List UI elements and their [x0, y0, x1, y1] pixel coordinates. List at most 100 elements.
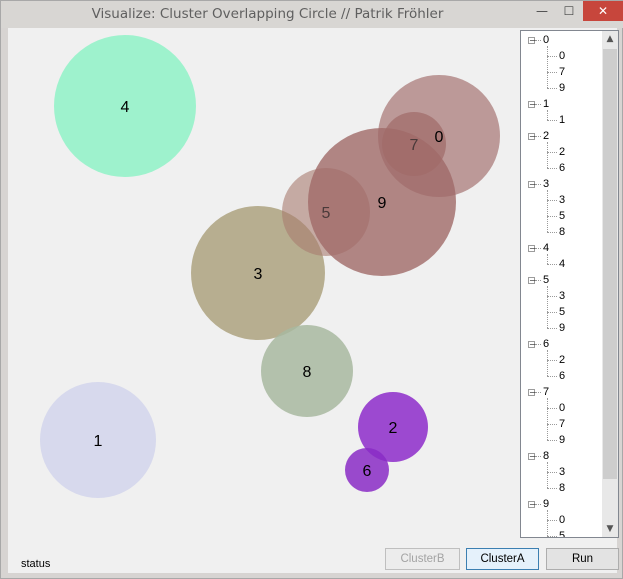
tree-connector [547, 408, 557, 409]
tree-connector [547, 462, 548, 488]
cluster-tree-view[interactable]: −0 0 7 9−1 1−2 2 6−3 3 5 8−4 4−5 3 5 9−6 2 6−7 0 7 9−8 3 8−9… [520, 30, 619, 538]
clustera-button[interactable]: ClusterA [466, 548, 539, 570]
collapse-icon[interactable]: − [528, 501, 536, 509]
tree-connector [547, 286, 548, 328]
tree-connector [535, 392, 541, 393]
run-button[interactable]: Run [546, 548, 619, 570]
circle-label-5: 5 [322, 205, 331, 222]
circle-label-0: 0 [435, 129, 444, 146]
tree-connector [547, 376, 557, 377]
tree-connector [547, 440, 557, 441]
tree-leaf[interactable]: 7 [559, 66, 565, 79]
collapse-icon[interactable]: − [528, 389, 536, 397]
collapse-icon[interactable]: − [528, 181, 536, 189]
cluster-plot: 4 1 3 8 5 7 9 0 2 6 [40, 35, 500, 498]
tree-connector [547, 46, 548, 88]
scroll-up-icon[interactable]: ▲ [602, 31, 618, 47]
tree-leaf[interactable]: 9 [559, 82, 565, 95]
collapse-icon[interactable]: − [528, 245, 536, 253]
tree-connector [535, 136, 541, 137]
tree-leaf[interactable]: 9 [559, 434, 565, 447]
tree-leaf[interactable]: 2 [559, 354, 565, 367]
collapse-icon[interactable]: − [528, 341, 536, 349]
tree-leaf[interactable]: 8 [559, 226, 565, 239]
tree-connector [547, 510, 548, 536]
tree-connector [535, 280, 541, 281]
maximize-icon[interactable]: ☐ [556, 1, 582, 21]
tree-connector [535, 104, 541, 105]
tree-leaf[interactable]: 6 [559, 370, 565, 383]
tree-leaf[interactable]: 0 [559, 402, 565, 415]
cluster-canvas: 4 1 3 8 5 7 9 0 2 6 [8, 28, 514, 546]
tree-leaf[interactable]: 6 [559, 162, 565, 175]
tree-connector [535, 184, 541, 185]
tree-connector [547, 520, 557, 521]
tree-connector [547, 56, 557, 57]
app-window: Visualize: Cluster Overlapping Circle //… [0, 0, 623, 579]
clusterb-button[interactable]: ClusterB [385, 548, 460, 570]
tree-leaf[interactable]: 3 [559, 466, 565, 479]
collapse-icon[interactable]: − [528, 277, 536, 285]
title-bar: Visualize: Cluster Overlapping Circle //… [1, 1, 623, 28]
collapse-icon[interactable]: − [528, 453, 536, 461]
tree-connector [535, 40, 541, 41]
tree-connector [547, 216, 557, 217]
tree-connector [547, 296, 557, 297]
tree-connector [547, 152, 557, 153]
tree-leaf[interactable]: 3 [559, 290, 565, 303]
tree-leaf[interactable]: 2 [559, 146, 565, 159]
tree-connector [547, 350, 548, 376]
tree-connector [547, 168, 557, 169]
tree-leaf[interactable]: 7 [559, 418, 565, 431]
tree-connector [547, 232, 557, 233]
tree-leaf[interactable]: 4 [559, 258, 565, 271]
client-area: 4138579026 −0 0 7 9−1 1−2 2 6−3 3 5 8−4 4−5 3 5 9−6 2 6… [8, 28, 619, 573]
circle-label-9: 9 [378, 195, 387, 212]
tree-connector [547, 536, 557, 537]
circle-label-1: 1 [94, 433, 103, 450]
tree-connector [535, 504, 541, 505]
scroll-down-icon[interactable]: ▼ [602, 521, 618, 537]
tree-leaf[interactable]: 9 [559, 322, 565, 335]
circle-label-2: 2 [389, 420, 398, 437]
tree-connector [547, 110, 548, 120]
circle-label-4: 4 [121, 99, 130, 116]
close-icon[interactable]: ✕ [583, 1, 623, 21]
circle-label-7: 7 [410, 137, 419, 154]
tree-leaf[interactable]: 8 [559, 482, 565, 495]
tree-leaf[interactable]: 5 [559, 210, 565, 223]
tree-connector [547, 142, 548, 168]
tree-leaf[interactable]: 3 [559, 194, 565, 207]
circle-label-3: 3 [254, 266, 263, 283]
tree-connector [547, 254, 548, 264]
window-title: Visualize: Cluster Overlapping Circle //… [91, 6, 444, 22]
tree-scrollbar[interactable]: ▲ ▼ [602, 31, 618, 537]
collapse-icon[interactable]: − [528, 101, 536, 109]
circle-label-8: 8 [303, 364, 312, 381]
tree-leaf[interactable]: 5 [559, 530, 565, 537]
tree-connector [547, 72, 557, 73]
scroll-thumb[interactable] [603, 49, 617, 479]
tree-connector [547, 424, 557, 425]
tree-connector [547, 472, 557, 473]
tree-connector [547, 190, 548, 232]
collapse-icon[interactable]: − [528, 133, 536, 141]
tree-connector [547, 360, 557, 361]
tree-leaf[interactable]: 1 [559, 114, 565, 127]
minimize-icon[interactable]: — [529, 1, 555, 21]
tree-connector [547, 120, 557, 121]
tree-connector [547, 200, 557, 201]
tree-connector [547, 398, 548, 440]
tree-connector [547, 264, 557, 265]
tree-leaf[interactable]: 0 [559, 514, 565, 527]
tree-connector [547, 88, 557, 89]
tree-connector [535, 456, 541, 457]
tree-list: −0 0 7 9−1 1−2 2 6−3 3 5 8−4 4−5 3 5 9−6 2 6−7 0 7 9−8 3 8−9… [521, 31, 603, 537]
tree-connector [547, 312, 557, 313]
circle-label-6: 6 [363, 463, 372, 480]
collapse-icon[interactable]: − [528, 37, 536, 45]
tree-leaf[interactable]: 0 [559, 50, 565, 63]
tree-connector [547, 488, 557, 489]
tree-connector [535, 344, 541, 345]
tree-leaf[interactable]: 5 [559, 306, 565, 319]
